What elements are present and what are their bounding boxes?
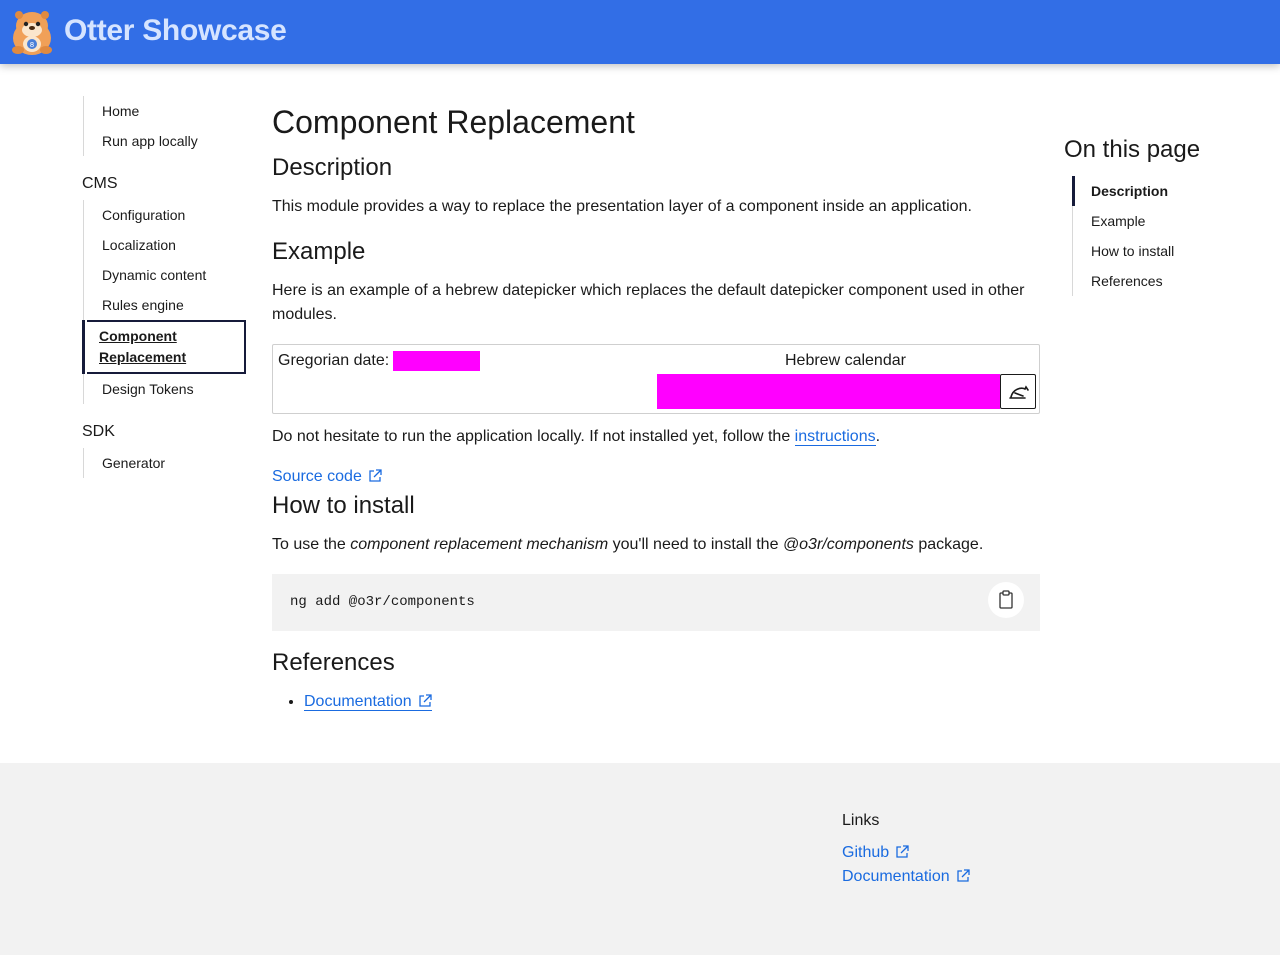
sidebar-active-wrapper: Component Replacement [82, 320, 246, 374]
external-link-icon [956, 869, 970, 882]
install-text-3: package. [913, 536, 984, 553]
gregorian-date-label: Gregorian date: [278, 352, 390, 369]
top-header: 8 Otter Showcase [0, 0, 1280, 64]
description-text: This module provides a way to replace th… [272, 198, 972, 215]
left-sidebar: Home Run app locally CMS Configuration L… [82, 96, 246, 478]
hebrew-calendar-label: Hebrew calendar [785, 352, 906, 369]
run-locally-before: Do not hesitate to run the application l… [272, 428, 795, 445]
references-list: Documentation [272, 690, 432, 714]
sidebar-item-rules-engine[interactable]: Rules engine [84, 290, 246, 320]
copy-button[interactable] [988, 582, 1024, 618]
install-command[interactable]: ng add @o3r/components [290, 594, 475, 610]
sidebar-item-run-app-locally[interactable]: Run app locally [84, 126, 246, 156]
brand-title[interactable]: Otter Showcase [64, 14, 287, 48]
hebrew-date-input[interactable] [657, 374, 1000, 409]
toc-item-how-to-install[interactable]: How to install [1073, 236, 1264, 266]
toc-title: On this page [1064, 136, 1201, 163]
sidebar-item-configuration[interactable]: Configuration [84, 200, 246, 230]
documentation-link-label: Documentation [304, 693, 412, 710]
run-locally-text: Do not hesitate to run the application l… [272, 425, 1040, 449]
otter-logo-icon[interactable]: 8 [8, 8, 56, 56]
sidebar-group-sdk: Generator [83, 448, 246, 478]
install-text-1: To use the [272, 536, 351, 553]
install-heading: How to install [272, 492, 415, 519]
sidebar-group-cms-rest: Design Tokens [83, 374, 246, 404]
footer-documentation-label: Documentation [842, 868, 950, 885]
sidebar-item-design-tokens[interactable]: Design Tokens [84, 374, 246, 404]
sidebar-heading-cms: CMS [82, 175, 118, 192]
run-locally-after: . [875, 428, 881, 445]
page-title: Component Replacement [272, 104, 635, 140]
install-text-em-2: @o3r/components [782, 536, 914, 553]
sidebar-group-top: Home Run app locally [83, 96, 246, 156]
install-text: To use the component replacement mechani… [272, 533, 1040, 557]
footer-github-link[interactable]: Github [842, 844, 909, 862]
description-heading: Description [272, 154, 393, 181]
sidebar-item-dynamic-content[interactable]: Dynamic content [84, 260, 246, 290]
code-block: ng add @o3r/components [272, 574, 1040, 631]
install-text-2: you'll need to install the [608, 536, 783, 553]
install-text-em-1: component replacement mechanism [350, 536, 609, 553]
toc-item-description[interactable]: Description [1072, 176, 1264, 206]
sidebar-item-home[interactable]: Home [84, 96, 246, 126]
list-item: Documentation [304, 690, 432, 714]
source-code-line: Source code [272, 465, 1040, 489]
example-datepicker-box: Gregorian date: Hebrew calendar [272, 344, 1040, 414]
page-footer: Links Github Documentation [0, 763, 1280, 955]
instructions-link[interactable]: instructions [794, 428, 876, 446]
sidebar-item-component-replacement[interactable]: Component Replacement [87, 320, 246, 374]
hebrew-calendar-toggle-button[interactable] [1000, 374, 1036, 409]
sidebar-group-cms: Configuration Localization Dynamic conte… [83, 200, 246, 320]
gregorian-date-input[interactable] [393, 351, 480, 371]
external-link-icon [418, 694, 432, 707]
sidebar-item-generator[interactable]: Generator [84, 448, 246, 478]
source-code-link[interactable]: Source code [272, 468, 382, 485]
source-code-label: Source code [272, 468, 362, 485]
footer-github-label: Github [842, 844, 890, 861]
example-text: Here is an example of a hebrew datepicke… [272, 282, 1025, 323]
sidebar-heading-sdk: SDK [82, 423, 115, 440]
references-heading: References [272, 649, 395, 676]
documentation-link[interactable]: Documentation [304, 693, 432, 711]
toc-item-references[interactable]: References [1073, 266, 1264, 296]
footer-links-title: Links [842, 812, 880, 829]
external-link-icon [369, 469, 382, 482]
clipboard-icon [999, 590, 1013, 609]
sidebar-item-localization[interactable]: Localization [84, 230, 246, 260]
calendar-toggle-icon [1009, 385, 1029, 399]
footer-documentation-link[interactable]: Documentation [842, 868, 970, 886]
example-heading: Example [272, 238, 366, 265]
external-link-icon [896, 845, 909, 858]
toc-list: Description Example How to install Refer… [1072, 176, 1264, 296]
svg-text:8: 8 [30, 41, 34, 49]
on-this-page-toc: On this page Description Example How to … [1064, 136, 1264, 296]
toc-item-example[interactable]: Example [1073, 206, 1264, 236]
